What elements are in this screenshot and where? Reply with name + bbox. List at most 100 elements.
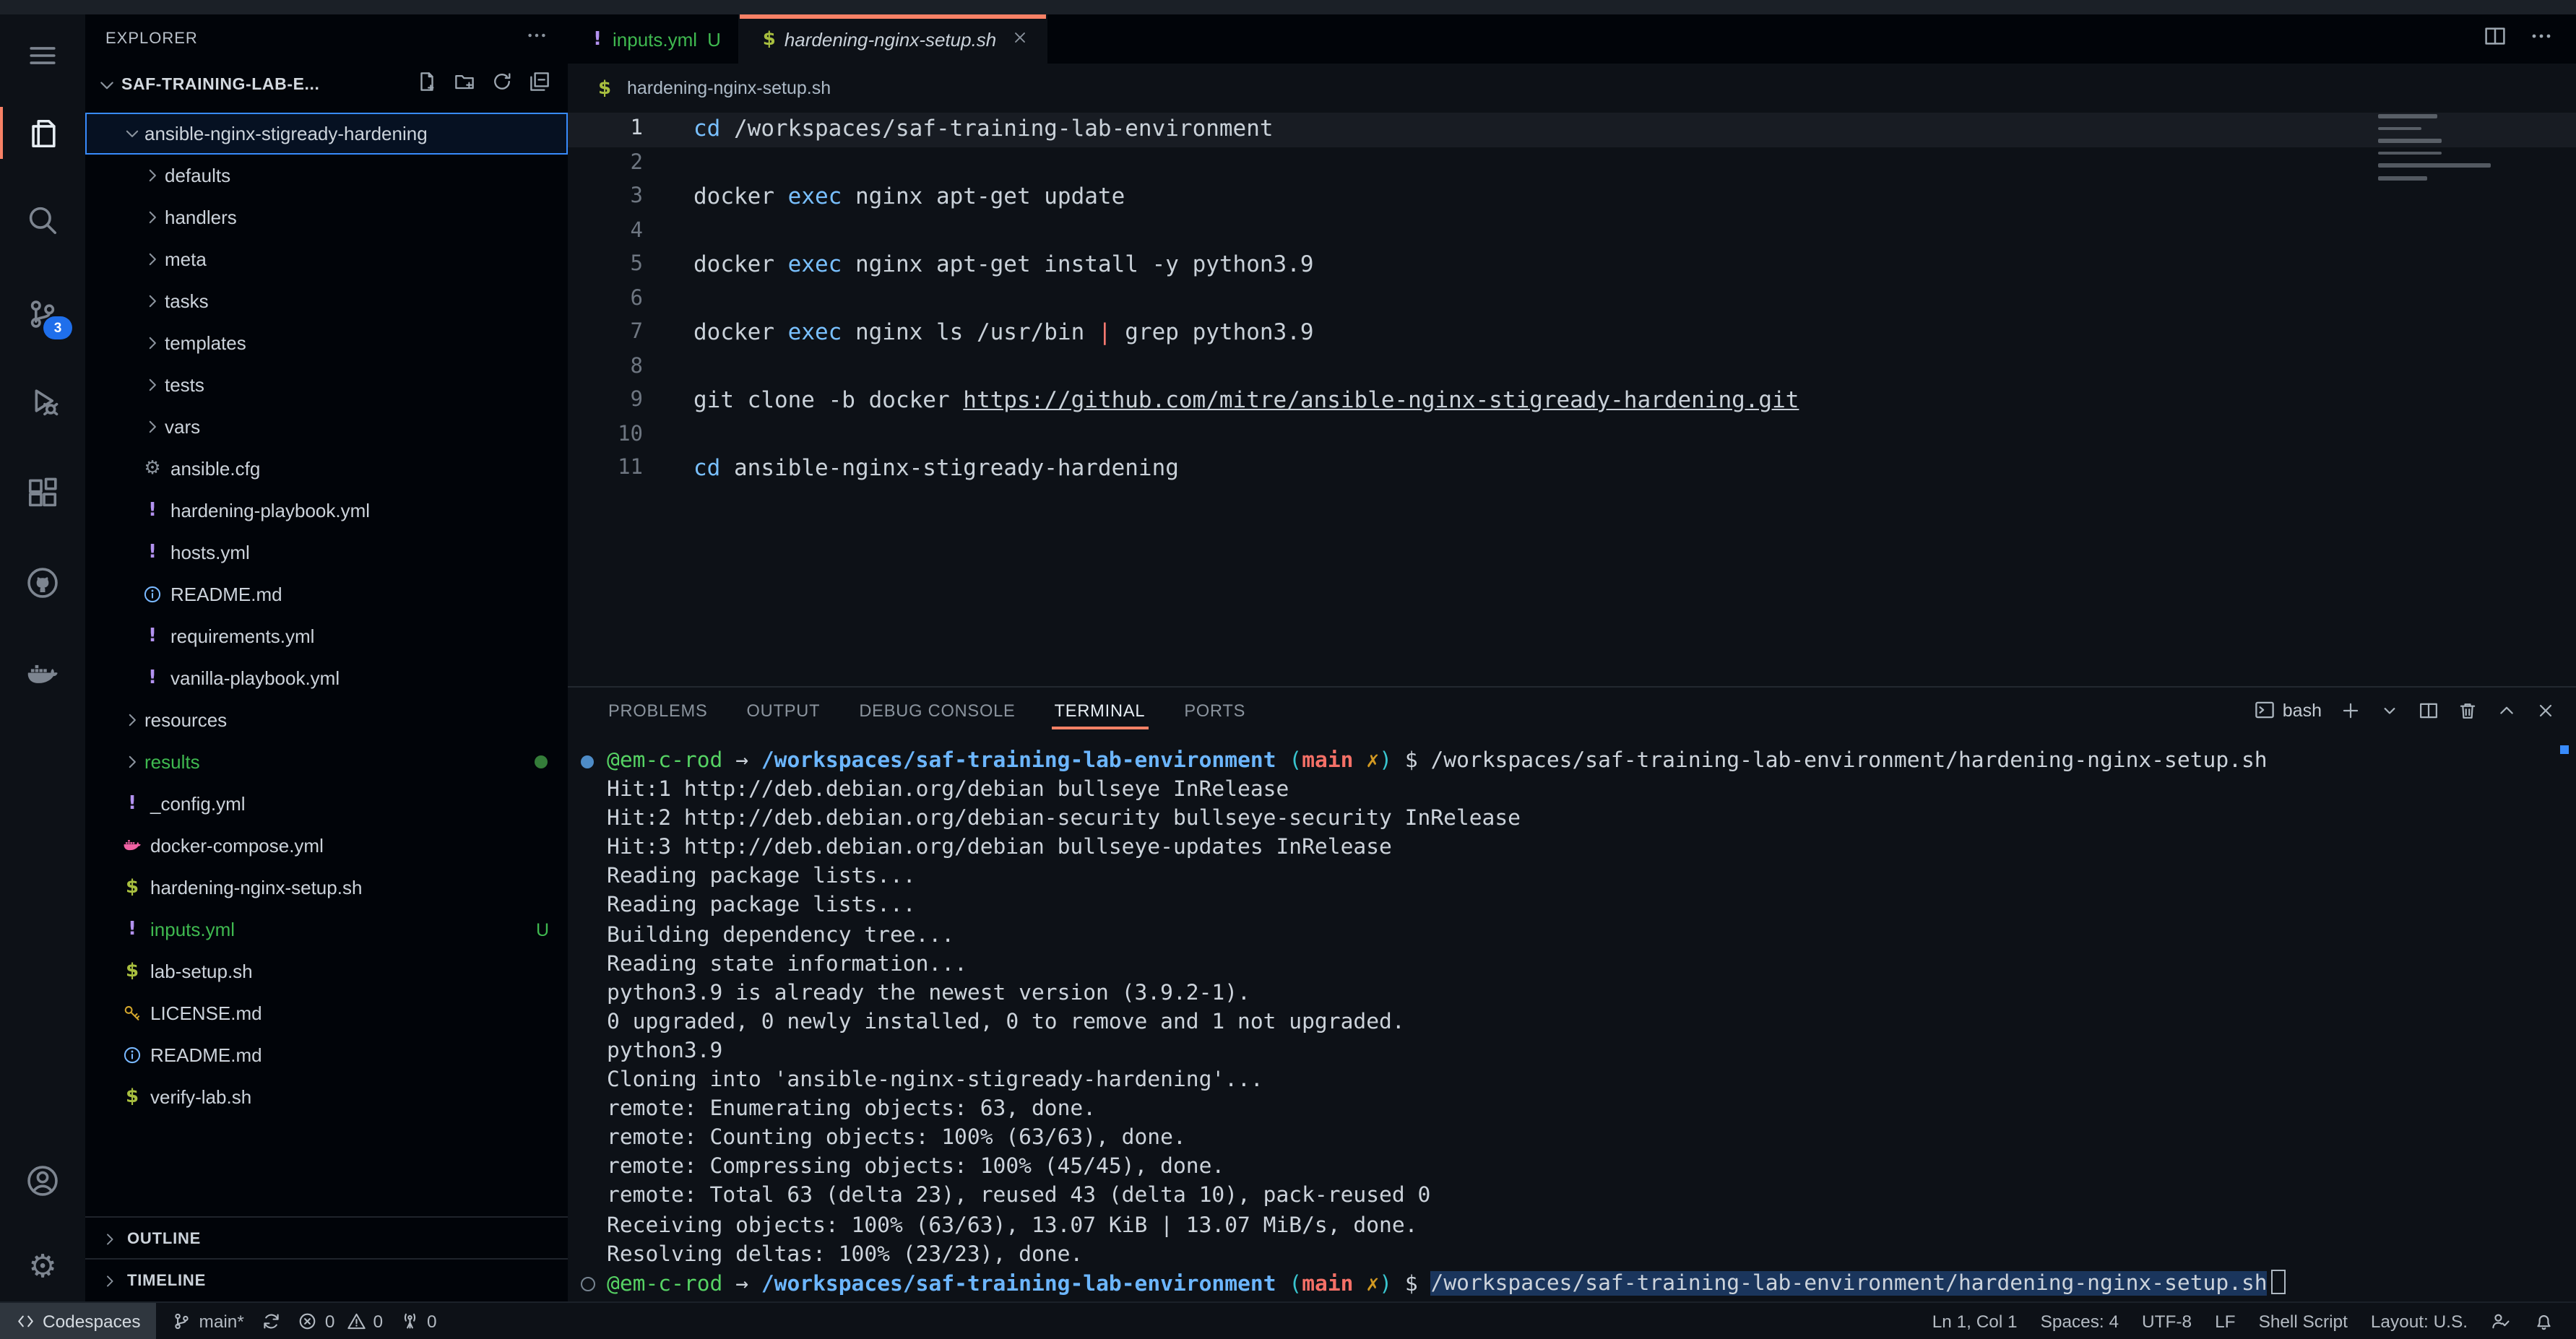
status-spaces-4[interactable]: Spaces: 4 [2029,1303,2130,1339]
tree-item-hardening-playbook.yml[interactable]: !hardening-playbook.yml [85,490,568,532]
activity-bar-search[interactable] [0,185,85,254]
code-line-1[interactable]: 1cd /workspaces/saf-training-lab-environ… [568,113,2576,147]
activity-bar-menu[interactable] [0,20,85,90]
tree-item-hosts.yml[interactable]: !hosts.yml [85,532,568,573]
tree-item-results[interactable]: results [85,741,568,783]
tree-item-vars[interactable]: vars [85,406,568,448]
status-codespaces[interactable]: Codespaces [0,1303,157,1339]
activity-bar-source-control[interactable]: 3 [0,279,85,348]
command-running-decoration[interactable] [581,1277,595,1291]
tree-item-label: _config.yml [150,793,246,815]
tree-item-tasks[interactable]: tasks [85,280,568,322]
tree-item-docker-compose.yml[interactable]: docker-compose.yml [85,825,568,867]
tree-item-templates[interactable]: templates [85,322,568,364]
new-folder-button[interactable] [454,70,475,99]
panel-tab-problems[interactable]: PROBLEMS [608,688,708,732]
activity-bar-run-and-debug[interactable] [0,365,85,435]
tree-item-verify-lab.sh[interactable]: $verify-lab.sh [85,1076,568,1118]
close-panel-button[interactable] [2536,700,2556,720]
code-line-5[interactable]: 5docker exec nginx apt-get install -y py… [568,248,2576,282]
terminal-shell-selector[interactable]: bash [2254,699,2322,721]
terminal-output[interactable]: @em-c-rod → /workspaces/saf-training-lab… [568,732,2576,1303]
tree-item-meta[interactable]: meta [85,238,568,280]
tree-item-hardening-nginx-setup.sh[interactable]: $hardening-nginx-setup.sh [85,867,568,909]
panel-tab-ports[interactable]: PORTS [1184,688,1245,732]
status-lf[interactable]: LF [2203,1303,2247,1339]
tab-hardening-nginx-setup.sh[interactable]: $hardening-nginx-setup.sh [740,14,1047,64]
code-line-8[interactable]: 8 [568,350,2576,384]
activity-bar-extensions[interactable] [0,458,85,527]
tree-item-README.md[interactable]: README.md [85,573,568,615]
code-line-6[interactable]: 6 [568,282,2576,316]
command-success-decoration[interactable] [581,755,594,768]
activity-bar-account[interactable] [0,1145,85,1215]
tree-item-requirements.yml[interactable]: !requirements.yml [85,615,568,657]
tree-item-ansible.cfg[interactable]: ⚙ansible.cfg [85,448,568,490]
terminal-line: Receiving objects: 100% (63/63), 13.07 K… [607,1211,2576,1240]
files-icon [26,116,59,150]
activity-bar-docker[interactable] [0,640,85,709]
activity-bar-settings[interactable]: ⚙ [0,1234,85,1303]
tree-item-inputs.yml[interactable]: !inputs.ymlU [85,909,568,950]
breadcrumb[interactable]: $ hardening-nginx-setup.sh [568,64,2576,113]
sidebar-section-outline[interactable]: OUTLINE [85,1216,568,1260]
kill-terminal-button[interactable] [2458,700,2478,720]
tree-item-handlers[interactable]: handlers [85,196,568,238]
new-file-button[interactable] [416,70,438,99]
chevron-down-small-icon [2380,700,2400,720]
status-main-[interactable]: main* [164,1303,253,1339]
status-0[interactable]: 0 [392,1303,446,1339]
tree-item-vanilla-playbook.yml[interactable]: !vanilla-playbook.yml [85,657,568,699]
code-line-3[interactable]: 3docker exec nginx apt-get update [568,181,2576,214]
tree-item-resources[interactable]: resources [85,699,568,741]
code-line-7[interactable]: 7docker exec nginx ls /usr/bin | grep py… [568,316,2576,350]
activity-bar-github[interactable] [0,547,85,617]
split-terminal-button[interactable] [2419,700,2439,720]
panel-tab-output[interactable]: OUTPUT [747,688,821,732]
status-bell[interactable] [2522,1303,2564,1339]
close-tab-button[interactable] [1011,27,1028,51]
collapse-all-button[interactable] [529,70,550,99]
status-person-check[interactable] [2479,1303,2522,1339]
panel-tab-terminal[interactable]: TERMINAL [1055,688,1146,732]
tree-item-label: docker-compose.yml [150,835,324,857]
collapse-all-icon [529,70,550,92]
explorer-more-actions-icon[interactable] [526,25,548,53]
terminal-line: Hit:1 http://deb.debian.org/debian bulls… [607,776,2576,805]
tree-item-lab-setup.sh[interactable]: $lab-setup.sh [85,950,568,992]
tree-item-defaults[interactable]: defaults [85,155,568,196]
status-utf-8[interactable]: UTF-8 [2130,1303,2203,1339]
code-editor[interactable]: 1cd /workspaces/saf-training-lab-environ… [568,113,2576,686]
panel-tab-debug-console[interactable]: DEBUG CONSOLE [859,688,1015,732]
status-0[interactable]: 00 [290,1303,392,1339]
code-line-10[interactable]: 10 [568,418,2576,452]
new-terminal-button[interactable] [2341,700,2361,720]
ansible-icon: ! [140,500,165,521]
settings-icon: ⚙ [28,1252,56,1284]
activity-bar-files[interactable] [0,98,85,168]
status-sync[interactable] [253,1303,290,1339]
tree-item-README.md[interactable]: README.md [85,1034,568,1076]
tab-inputs.yml[interactable]: !inputs.ymlU [568,14,740,64]
terminal-dropdown-button[interactable] [2380,700,2400,720]
refresh-button[interactable] [491,70,513,99]
split-editor-button[interactable] [2484,24,2507,54]
terminal-cursor [2272,1269,2286,1294]
workspace-root-row[interactable]: SAF-TRAINING-LAB-E... [85,64,568,105]
tree-item-tests[interactable]: tests [85,364,568,406]
tree-item-ansible-nginx-stigready-hardening[interactable]: ansible-nginx-stigready-hardening [85,113,568,155]
tree-item-_config.yml[interactable]: !_config.yml [85,783,568,825]
editor-more-actions-button[interactable] [2530,24,2553,54]
status-ln-1-col-1[interactable]: Ln 1, Col 1 [1921,1303,2029,1339]
code-line-11[interactable]: 11cd ansible-nginx-stigready-hardening [568,452,2576,486]
maximize-panel-button[interactable] [2497,700,2517,720]
sidebar-section-timeline[interactable]: TIMELINE [85,1258,568,1301]
code-line-4[interactable]: 4 [568,214,2576,248]
status-shell-script[interactable]: Shell Script [2247,1303,2359,1339]
code-line-9[interactable]: 9git clone -b docker https://github.com/… [568,384,2576,418]
chevron-right-icon [140,166,165,185]
status-layout-u-s-[interactable]: Layout: U.S. [2359,1303,2479,1339]
status-bar-right: Ln 1, Col 1Spaces: 4UTF-8LFShell ScriptL… [1921,1303,2576,1339]
code-line-2[interactable]: 2 [568,147,2576,181]
tree-item-LICENSE.md[interactable]: LICENSE.md [85,992,568,1034]
